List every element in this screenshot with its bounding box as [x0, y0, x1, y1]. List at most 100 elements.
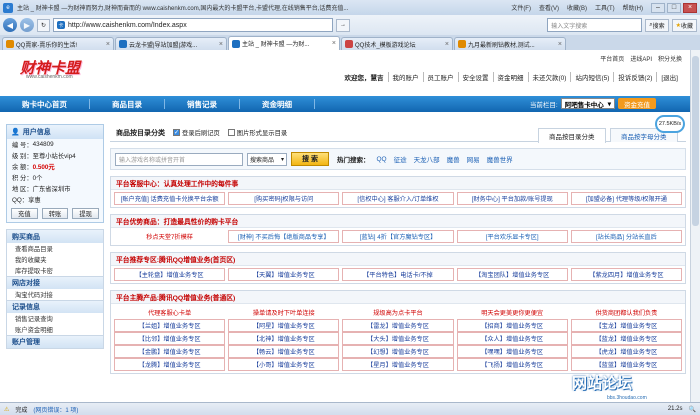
category-link[interactable]: 【淘宝团队】增值业务专区 [456, 268, 568, 281]
url-field[interactable]: 卡 http://www.caishenkm.com/Index.aspx [53, 18, 334, 32]
hot-keyword[interactable]: 征途 [394, 154, 407, 164]
menu-extract[interactable]: 库存提取卡密 [7, 265, 103, 276]
menu-sales-query[interactable]: 销售记录查询 [7, 313, 103, 324]
nav-catalog[interactable]: 商品目录 [90, 96, 164, 112]
nav-fund-detail[interactable]: 资金明细 [492, 72, 528, 82]
category-link[interactable]: 【蓝蓝】增值业务专区 [570, 358, 682, 371]
checkbox-login-refresh[interactable]: ✓ 登录后刷记页 [173, 128, 220, 137]
category-link[interactable]: [账户充值] 话费充值卡兑换平台余额 [114, 192, 226, 205]
nav-card-center[interactable]: 购卡中心首页 [0, 96, 89, 112]
menu-tools[interactable]: 工具(T) [595, 3, 615, 12]
category-link[interactable]: 秒点天堂7折模样 [114, 230, 225, 243]
maximize-button[interactable]: □ [667, 2, 681, 13]
minimize-button[interactable]: – [651, 2, 665, 13]
tab-close-icon[interactable]: × [332, 40, 336, 47]
refresh-button[interactable]: ↻ [37, 18, 51, 32]
category-link[interactable]: [购买密码]权限与访问 [228, 192, 340, 205]
favorites-button[interactable]: ★ 收藏 [671, 18, 697, 32]
tab-jiuyue[interactable]: 九月最新刷钻教材,测试... × [454, 37, 566, 50]
link-api[interactable]: 进线API [630, 54, 652, 63]
tab-close-icon[interactable]: × [219, 41, 223, 48]
category-link[interactable]: 【北神】增值业务专区 [228, 332, 340, 345]
category-link[interactable]: [蓝钻] 4折【官方魔钻专区】 [342, 230, 454, 243]
category-link[interactable]: [加盟必备] 代理等级/权限开通 [570, 192, 682, 205]
link-home[interactable]: 平台首页 [600, 54, 624, 63]
category-link[interactable]: [财神] 不买后悔【绝版商品专享】 [228, 230, 340, 243]
current-column-select[interactable]: 阿吧售卡中心 ▾ [560, 98, 615, 109]
menu-help[interactable]: 帮助(H) [623, 3, 643, 12]
zoom-icon[interactable]: 🔍 [689, 406, 696, 413]
topup-button[interactable]: 充值 [11, 208, 38, 219]
menu-taobao[interactable]: 淘宝代码对接 [7, 289, 103, 300]
nav-debt[interactable]: 未还欠款(0) [527, 72, 571, 82]
category-link[interactable]: [站长商品] 分站长直后 [570, 230, 682, 243]
back-button[interactable]: ◀ [3, 18, 17, 32]
menu-file[interactable]: 文件(F) [511, 3, 531, 12]
category-link[interactable]: 【大头】增值业务专区 [342, 332, 454, 345]
nav-funds[interactable]: 资金明细 [240, 96, 314, 112]
category-link[interactable]: 【星月】增值业务专区 [342, 358, 454, 371]
nav-sales[interactable]: 销售记录 [165, 96, 239, 112]
scrollbar-thumb[interactable] [692, 56, 699, 226]
go-button[interactable]: → [336, 18, 351, 32]
category-link[interactable]: 【天翼】增值业务专区 [228, 268, 340, 281]
category-link[interactable]: 代理客服心卡单 [114, 306, 225, 319]
category-link[interactable]: 供货商团都认我们负责 [571, 306, 682, 319]
status-error[interactable]: (网页错误：1 项) [33, 405, 78, 414]
category-link[interactable]: 【嘿嘿】增值业务专区 [456, 345, 568, 358]
link-points[interactable]: 积分兑换 [658, 54, 682, 63]
tab-qqtech[interactable]: QQ技术_模板游戏论坛 × [341, 37, 453, 50]
hot-keyword[interactable]: 魔兽世界 [487, 154, 513, 164]
tab-by-category[interactable]: 商品按目录分类 [538, 128, 606, 143]
category-link[interactable]: [信权中心] 客服介入/订单维权 [342, 192, 454, 205]
category-link[interactable]: [平台欢乐显卡专区] [456, 230, 568, 243]
forward-button[interactable]: ▶ [20, 18, 34, 32]
menu-catalog[interactable]: 查看商品目录 [7, 243, 103, 254]
tab-qq[interactable]: QQ賣家-賣乐你的生活! × [2, 37, 114, 50]
category-link[interactable]: 【众人】增值业务专区 [456, 332, 568, 345]
nav-security[interactable]: 安全设置 [457, 72, 493, 82]
category-link[interactable]: 【主轮盘】增值业务专区 [114, 268, 226, 281]
hot-keyword[interactable]: QQ [377, 156, 387, 163]
tab-caishen[interactable]: 主站 _ 财神卡盟 —为财... × [228, 36, 340, 50]
nav-complaint[interactable]: 投诉反馈(2) [613, 72, 656, 82]
tab-close-icon[interactable]: × [445, 41, 449, 48]
tab-close-icon[interactable]: × [106, 41, 110, 48]
category-link[interactable]: 【金鹏】增值业务专区 [114, 345, 226, 358]
category-link[interactable]: 【紫龙四月】增值业务专区 [570, 268, 682, 281]
nav-logout[interactable]: [退出] [656, 72, 682, 82]
menu-favorites[interactable]: 我的收藏夹 [7, 254, 103, 265]
category-link[interactable]: 【宝龙】增值业务专区 [570, 319, 682, 332]
category-link[interactable]: 【兰姐】增值业务专区 [114, 319, 226, 332]
site-logo[interactable]: 财神卡盟 www.caishenkm.com [6, 52, 126, 92]
hot-keyword[interactable]: 魔兽 [447, 154, 460, 164]
category-link[interactable]: 【虎龙】增值业务专区 [570, 345, 682, 358]
category-link[interactable]: 【小哥】增值业务专区 [228, 358, 340, 371]
category-link[interactable]: 【幻想】增值业务专区 [342, 345, 454, 358]
close-button[interactable]: × [683, 2, 697, 13]
category-link[interactable]: 【龙腾】增值业务专区 [114, 358, 226, 371]
catalog-search-button[interactable]: 搜 索 [291, 152, 329, 166]
menu-view[interactable]: 查看(V) [539, 3, 559, 12]
category-link[interactable]: 操单请及时下叶单连接 [228, 306, 339, 319]
category-link[interactable]: 【飞扬】增值业务专区 [456, 358, 568, 371]
withdraw-button[interactable]: 提现 [72, 208, 100, 219]
hot-keyword[interactable]: 天龙八部 [414, 154, 440, 164]
category-link[interactable]: 【比邻】增值业务专区 [114, 332, 226, 345]
menu-fund-detail[interactable]: 账户资金明细 [7, 324, 103, 335]
tab-close-icon[interactable]: × [558, 41, 562, 48]
category-link[interactable]: 【畅云】增值业务专区 [228, 345, 340, 358]
browser-search-button[interactable]: ⌕ 搜索 [645, 18, 669, 32]
menu-favorites[interactable]: 收藏(B) [567, 3, 587, 12]
category-link[interactable]: 【蓝龙】增值业务专区 [570, 332, 682, 345]
recharge-button[interactable]: 资金充值 [618, 98, 656, 109]
category-link[interactable]: 明天会更美更你更便宜 [457, 306, 568, 319]
category-link[interactable]: 【招商】增值业务专区 [456, 319, 568, 332]
nav-staff-account[interactable]: 员工账户 [422, 72, 458, 82]
category-link[interactable]: 【平台特色】电话卡/不掉 [342, 268, 454, 281]
search-type-select[interactable]: 搜索商品 ▾ [247, 152, 287, 166]
category-link[interactable]: 【阿星】增值业务专区 [228, 319, 340, 332]
category-link[interactable]: 【雷龙】增值业务专区 [342, 319, 454, 332]
hot-keyword[interactable]: 网易 [467, 154, 480, 164]
nav-messages[interactable]: 站内短信(5) [570, 72, 613, 82]
